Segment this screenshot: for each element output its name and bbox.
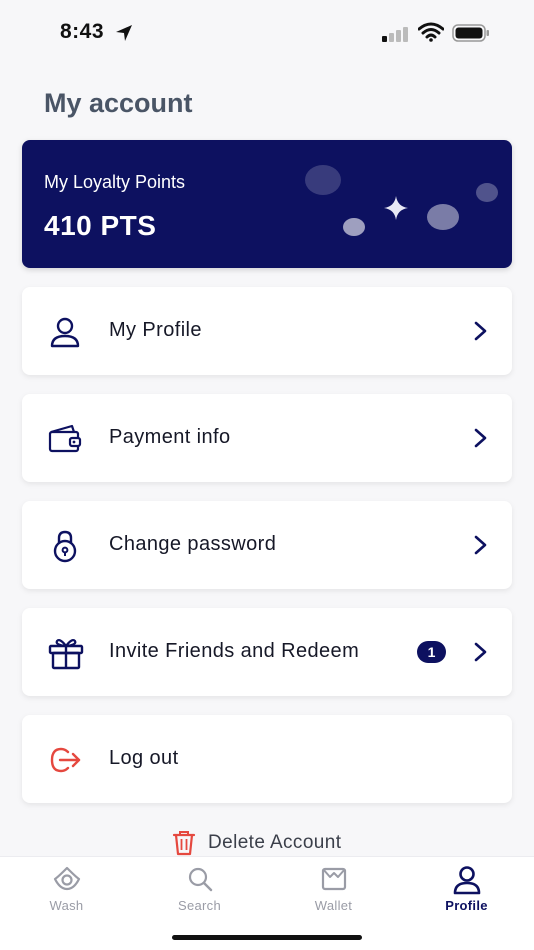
loyalty-points-value: 410 PTS [44, 210, 157, 241]
search-icon [186, 865, 214, 898]
tab-label: Profile [445, 898, 488, 913]
status-bar: 8:43 [0, 0, 534, 64]
wash-icon [52, 865, 82, 898]
tab-label: Wallet [314, 898, 353, 913]
loyalty-label: My Loyalty Points [44, 172, 186, 192]
location-arrow-icon [114, 23, 134, 48]
page-title: My account [44, 88, 193, 118]
menu-item-label: Change password [109, 533, 277, 555]
tab-wallet[interactable]: Wallet [267, 857, 400, 927]
menu-item-change-password[interactable]: Change password [22, 501, 512, 589]
menu-item-payment-info[interactable]: Payment info [22, 394, 512, 482]
decorative-bubble [305, 165, 341, 195]
wallet-tab-icon [320, 865, 348, 898]
chevron-right-icon [474, 428, 488, 453]
menu-item-invite-friends[interactable]: Invite Friends and Redeem 1 [22, 608, 512, 696]
notification-badge: 1 [417, 641, 446, 663]
decorative-bubble [427, 204, 459, 230]
home-indicator [172, 935, 362, 940]
gift-icon [48, 636, 84, 670]
tab-search[interactable]: Search [133, 857, 266, 927]
lock-icon [48, 529, 82, 563]
battery-icon [452, 24, 490, 47]
chevron-right-icon [474, 321, 488, 346]
menu-item-my-profile[interactable]: My Profile [22, 287, 512, 375]
wifi-icon [417, 22, 445, 47]
status-time: 8:43 [60, 20, 105, 43]
menu-item-label: Payment info [109, 426, 231, 448]
wallet-icon [48, 422, 82, 456]
sparkle-icon [382, 194, 410, 227]
chevron-right-icon [474, 535, 488, 560]
decorative-bubble [343, 218, 365, 236]
menu-item-label: Invite Friends and Redeem [109, 640, 360, 662]
loyalty-points-card[interactable]: My Loyalty Points 410 PTS [22, 140, 512, 268]
menu-item-label: Log out [109, 747, 179, 769]
user-icon [48, 315, 82, 349]
tab-profile[interactable]: Profile [400, 857, 533, 927]
profile-icon [452, 865, 482, 900]
tab-label: Wash [49, 898, 84, 913]
menu-item-log-out[interactable]: Log out [22, 715, 512, 803]
logout-icon [48, 743, 82, 777]
delete-account-label: Delete Account [208, 832, 342, 853]
decorative-bubble [476, 183, 498, 202]
cellular-signal-icon [382, 26, 410, 47]
tab-wash[interactable]: Wash [0, 857, 133, 927]
menu-item-label: My Profile [109, 319, 202, 341]
tab-label: Search [178, 898, 221, 913]
chevron-right-icon [474, 642, 488, 667]
